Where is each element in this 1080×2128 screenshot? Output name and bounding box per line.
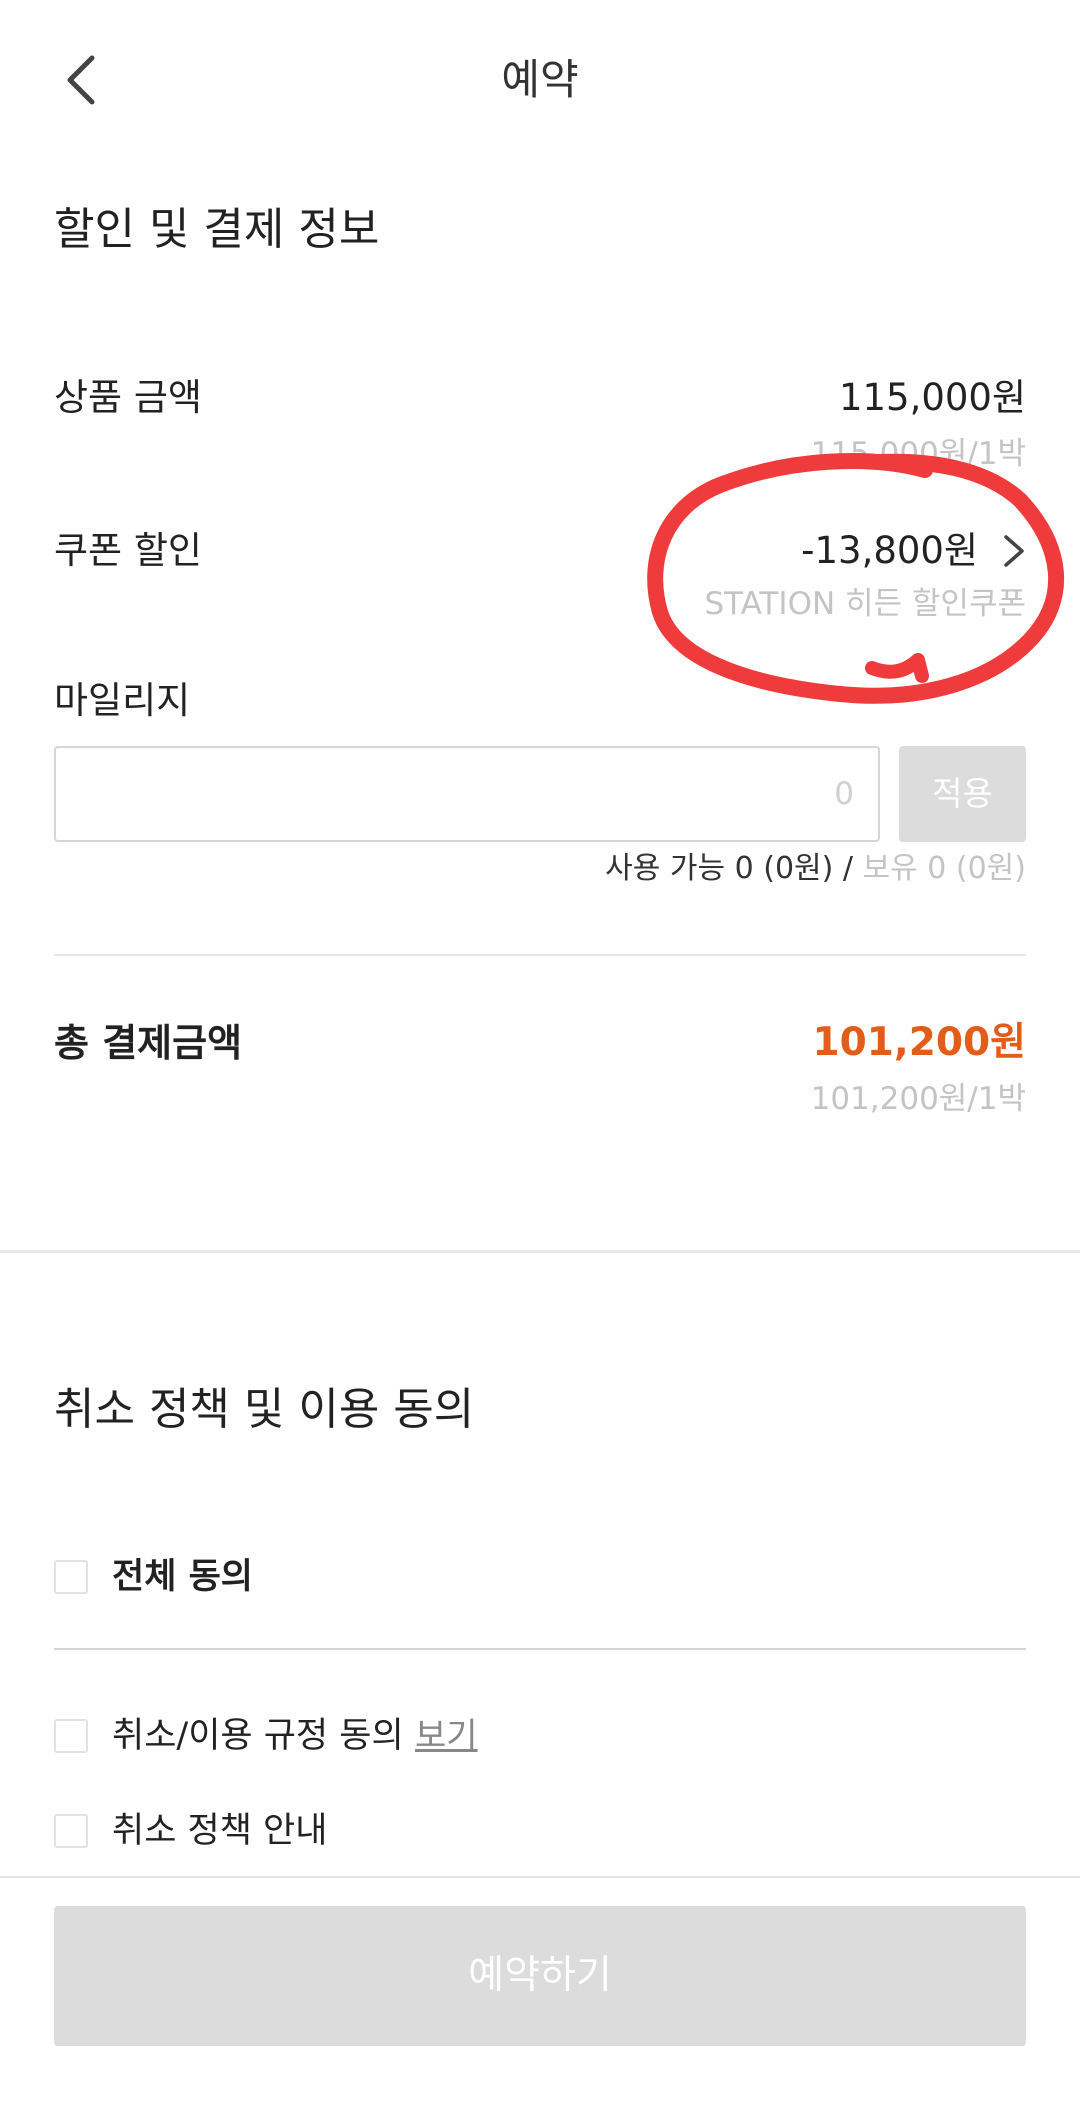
page-title: 예약 — [501, 55, 579, 104]
coupon-discount-label: 쿠폰 할인 — [54, 529, 202, 572]
total-payment-label: 총 결제금액 — [54, 1021, 243, 1065]
terms-view-link[interactable]: 보기 — [415, 1711, 478, 1761]
mileage-input[interactable] — [54, 746, 880, 842]
product-price-label: 상품 금액 — [54, 376, 202, 419]
mileage-apply-button[interactable]: 적용 — [899, 746, 1026, 842]
reserve-button[interactable]: 예약하기 — [54, 1906, 1026, 2046]
product-price-value: 115,000원 — [838, 376, 1026, 419]
total-payment-value: 101,200원 — [812, 1020, 1026, 1065]
mileage-owned: 보유 0 (0원) — [862, 851, 1026, 886]
mileage-separator: / — [833, 851, 863, 886]
total-payment-per-night: 101,200원/1박 — [810, 1081, 1026, 1117]
section-divider — [0, 1250, 1080, 1253]
terms-checkbox[interactable] — [54, 1719, 88, 1753]
coupon-select-button[interactable]: -13,800원 — [801, 526, 1026, 576]
agree-all-checkbox[interactable] — [54, 1560, 88, 1594]
mileage-available: 사용 가능 0 (0원) — [605, 851, 834, 886]
cancel-policy-label[interactable]: 취소 정책 안내 — [112, 1806, 327, 1856]
payment-section-title: 할인 및 결제 정보 — [54, 204, 380, 255]
cancel-policy-checkbox[interactable] — [54, 1814, 88, 1848]
mileage-balance-info: 사용 가능 0 (0원) / 보유 0 (0원) — [605, 847, 1026, 891]
coupon-name: STATION 히든 할인쿠폰 — [704, 586, 1026, 622]
divider — [54, 954, 1026, 956]
mileage-label: 마일리지 — [54, 679, 191, 722]
top-app-bar: 예약 — [0, 0, 1080, 156]
coupon-discount-value: -13,800원 — [801, 529, 978, 572]
divider — [54, 1648, 1026, 1650]
agree-all-label[interactable]: 전체 동의 — [112, 1552, 253, 1602]
product-price-per-night: 115,000원/1박 — [810, 436, 1026, 472]
terms-label[interactable]: 취소/이용 규정 동의 — [112, 1711, 404, 1761]
chevron-right-icon — [1004, 535, 1024, 567]
agreement-section-title: 취소 정책 및 이용 동의 — [54, 1384, 475, 1435]
